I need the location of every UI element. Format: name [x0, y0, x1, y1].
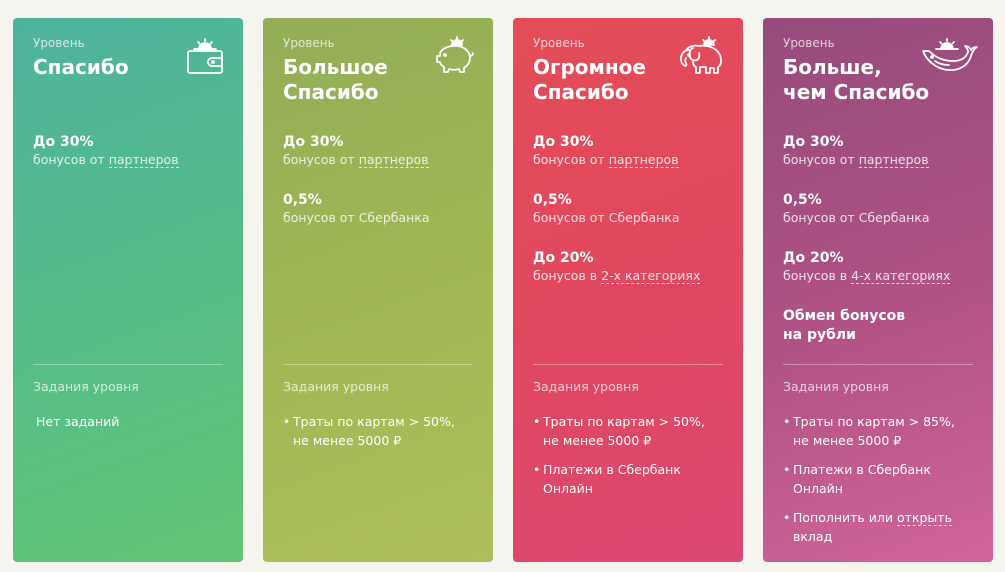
- benefit-desc-text: бонусов в: [783, 268, 852, 283]
- benefit-exchange-line1: Обмен бонусов: [783, 308, 906, 324]
- divider: [783, 364, 973, 365]
- task-line1: Платежи в Сбербанк: [543, 462, 681, 477]
- benefit-value: До 20%: [783, 250, 844, 266]
- benefit-sberbank: 0,5% бонусов от Сбербанка: [783, 191, 978, 227]
- no-tasks-label: Нет заданий: [36, 414, 120, 429]
- benefit-desc: бонусов от партнеров: [33, 151, 228, 169]
- level-name: Больше, чем Спасибо: [783, 55, 933, 105]
- task-line1: Платежи в Сбербанк: [793, 462, 931, 477]
- benefit-categories: До 20% бонусов в 2-х категориях: [533, 249, 728, 285]
- level-caption: Уровень: [33, 36, 85, 50]
- benefit-value: До 30%: [33, 134, 94, 150]
- level-name-line2: Спасибо: [283, 80, 379, 104]
- task-item: • Траты по картам > 50%, не менее 5000 ₽: [533, 412, 733, 450]
- open-deposit-link[interactable]: открыть: [897, 510, 952, 526]
- bullet: •: [533, 414, 541, 429]
- benefit-value: До 30%: [283, 134, 344, 150]
- level-caption: Уровень: [783, 36, 835, 50]
- task-line2: Онлайн: [543, 481, 593, 496]
- task-line2: Онлайн: [793, 481, 843, 496]
- whale-icon: [921, 36, 981, 80]
- benefit-partners: До 30% бонусов от партнеров: [783, 133, 978, 169]
- level-caption: Уровень: [533, 36, 585, 50]
- benefit-partners: До 30% бонусов от партнеров: [33, 133, 228, 169]
- benefit-value: 0,5%: [283, 192, 322, 208]
- task-item: • Траты по картам > 50%, не менее 5000 ₽: [283, 412, 483, 450]
- level-name-line1: Большое: [283, 55, 388, 79]
- task-line2: вклад: [793, 529, 833, 544]
- level-name: Спасибо: [33, 55, 183, 80]
- level-name-line1: Огромное: [533, 55, 646, 79]
- task-item: • Платежи в Сбербанк Онлайн: [533, 460, 733, 498]
- task-line1: Траты по картам > 85%,: [793, 414, 955, 429]
- benefit-value: До 30%: [783, 134, 844, 150]
- benefit-desc: бонусов в 4-х категориях: [783, 267, 978, 285]
- categories-link[interactable]: 4-х категориях: [851, 268, 951, 284]
- benefit-desc: бонусов в 2-х категориях: [533, 267, 728, 285]
- bullet: •: [783, 414, 791, 429]
- tasks-title: Задания уровня: [33, 379, 139, 394]
- level-name: Огромное Спасибо: [533, 55, 683, 105]
- benefit-value: До 30%: [533, 134, 594, 150]
- benefit-partners: До 30% бонусов от партнеров: [283, 133, 478, 169]
- benefit-exchange: Обмен бонусов на рубли: [783, 307, 978, 345]
- benefit-desc-text: бонусов от: [33, 152, 109, 167]
- divider: [283, 364, 473, 365]
- benefit-sberbank: 0,5% бонусов от Сбербанка: [533, 191, 728, 227]
- piggy-bank-icon: [433, 36, 475, 80]
- task-item: • Пополнить или открыть вклад: [783, 508, 983, 546]
- level-card-bolshoe-spasibo: Уровень Большое Спасибо До 30% бонусов о…: [263, 18, 493, 562]
- benefit-exchange-line2: на рубли: [783, 327, 856, 343]
- partners-link[interactable]: партнеров: [858, 152, 929, 168]
- partners-link[interactable]: партнеров: [108, 152, 179, 168]
- task-line2: не менее 5000 ₽: [293, 433, 402, 448]
- task-line1: Траты по картам > 50%,: [293, 414, 455, 429]
- benefit-partners: До 30% бонусов от партнеров: [533, 133, 728, 169]
- benefit-desc: бонусов от Сбербанка: [783, 210, 930, 225]
- level-card-spasibo: Уровень Спасибо До 30% бонусов от партне…: [13, 18, 243, 562]
- level-card-bolshe-chem-spasibo: Уровень Больше, чем Спасибо До 30% бонус…: [763, 18, 993, 562]
- benefit-desc-text: бонусов в: [533, 268, 602, 283]
- benefit-categories: До 20% бонусов в 4-х категориях: [783, 249, 978, 285]
- benefit-desc: бонусов от Сбербанка: [533, 210, 680, 225]
- bullet: •: [783, 510, 791, 525]
- divider: [33, 364, 223, 365]
- benefit-value: 0,5%: [533, 192, 572, 208]
- task-item: • Траты по картам > 85%, не менее 5000 ₽: [783, 412, 983, 450]
- level-name-line1: Спасибо: [33, 55, 129, 79]
- benefit-value: До 20%: [533, 250, 594, 266]
- task-line2: не менее 5000 ₽: [543, 433, 652, 448]
- task-line2: не менее 5000 ₽: [793, 433, 902, 448]
- bullet: •: [283, 414, 291, 429]
- bullet: •: [533, 462, 541, 477]
- benefit-desc-text: бонусов от: [283, 152, 359, 167]
- level-caption: Уровень: [283, 36, 335, 50]
- level-name: Большое Спасибо: [283, 55, 433, 105]
- partners-link[interactable]: партнеров: [608, 152, 679, 168]
- level-name-line2: Спасибо: [533, 80, 629, 104]
- benefit-desc: бонусов от партнеров: [283, 151, 478, 169]
- level-card-ogromnoe-spasibo: Уровень Огромное Спасибо До 30% бонусов …: [513, 18, 743, 562]
- level-name-line2: чем Спасибо: [783, 80, 930, 104]
- tasks-title: Задания уровня: [783, 379, 889, 394]
- partners-link[interactable]: партнеров: [358, 152, 429, 168]
- task-item: • Платежи в Сбербанк Онлайн: [783, 460, 983, 498]
- task-line1: Пополнить или: [793, 510, 897, 525]
- benefit-desc-text: бонусов от: [783, 152, 859, 167]
- benefit-desc-text: бонусов от: [533, 152, 609, 167]
- tasks-title: Задания уровня: [283, 379, 389, 394]
- divider: [533, 364, 723, 365]
- benefit-desc: бонусов от партнеров: [783, 151, 978, 169]
- benefit-value: 0,5%: [783, 192, 822, 208]
- categories-link[interactable]: 2-х категориях: [601, 268, 701, 284]
- elephant-icon: [679, 36, 725, 80]
- tasks-title: Задания уровня: [533, 379, 639, 394]
- benefit-desc: бонусов от Сбербанка: [283, 210, 430, 225]
- task-line1: Траты по картам > 50%,: [543, 414, 705, 429]
- level-name-line1: Больше,: [783, 55, 882, 79]
- wallet-sun-icon: [185, 36, 225, 80]
- benefit-desc: бонусов от партнеров: [533, 151, 728, 169]
- bullet: •: [783, 462, 791, 477]
- benefit-sberbank: 0,5% бонусов от Сбербанка: [283, 191, 478, 227]
